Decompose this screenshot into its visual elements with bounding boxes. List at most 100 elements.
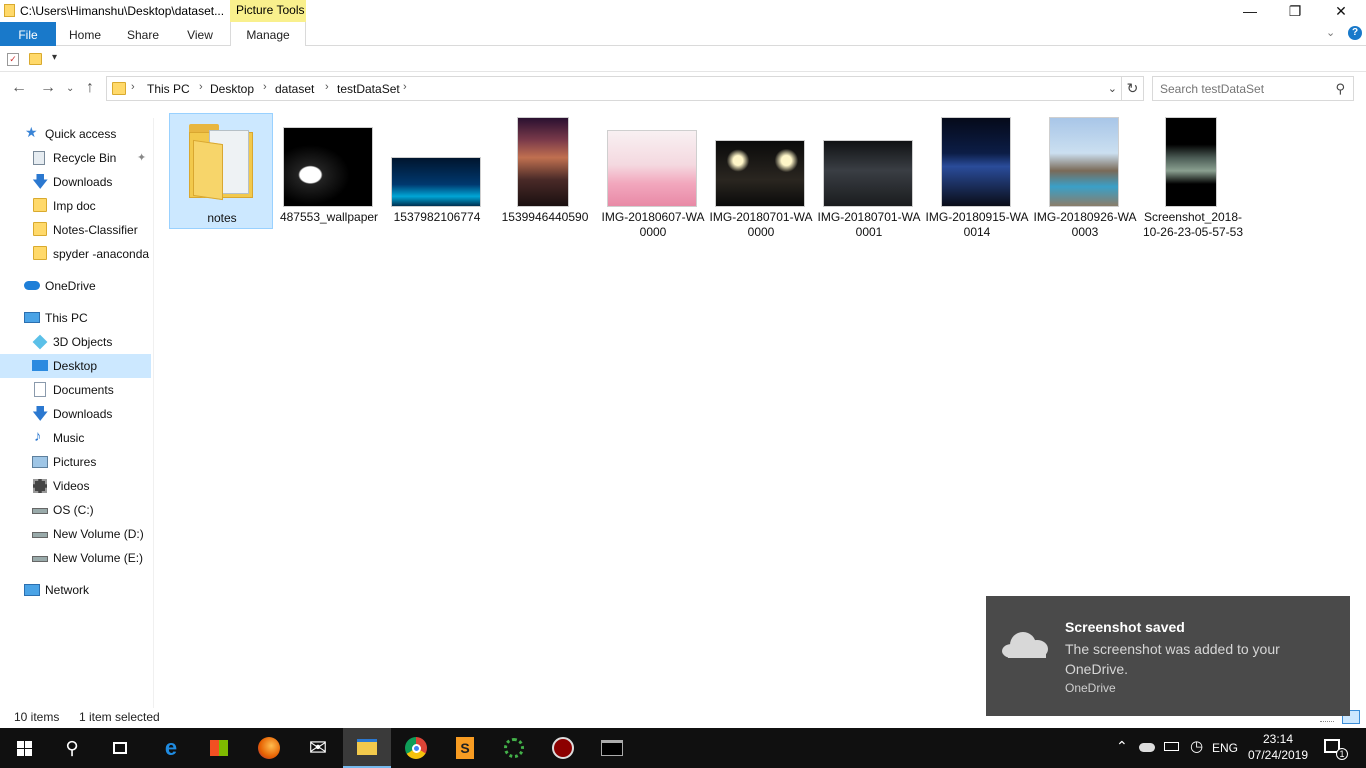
file-tile-1537982106774[interactable]: 1537982106774 xyxy=(385,113,489,229)
address-dropdown-icon[interactable]: ⌄ xyxy=(1108,82,1117,95)
sidebar-item-label: This PC xyxy=(45,311,88,325)
network-icon xyxy=(24,584,40,596)
windows-logo-icon xyxy=(16,740,32,756)
sidebar-item-3d-objects[interactable]: 3D Objects xyxy=(0,330,151,354)
music-note-icon: ♪ xyxy=(34,428,42,445)
file-tile-1539946440590[interactable]: 1539946440590 xyxy=(493,113,597,229)
new-folder-icon[interactable] xyxy=(29,53,42,65)
minimize-button[interactable]: — xyxy=(1227,0,1273,22)
clock-date: 07/24/2019 xyxy=(1247,748,1309,762)
file-tile-screenshot-2018-10-26[interactable]: Screenshot_2018-10-26-23-05-57-53 xyxy=(1141,113,1245,239)
sidebar-item-videos[interactable]: Videos xyxy=(0,474,151,498)
up-arrow-icon[interactable]: ↑ xyxy=(86,79,94,97)
edge-taskbar-button[interactable]: e xyxy=(147,728,195,768)
tab-share[interactable]: Share xyxy=(120,22,166,46)
sidebar-item-documents[interactable]: Documents xyxy=(0,378,151,402)
image-thumbnail xyxy=(607,130,697,207)
file-tile-img-20180701-wa0000[interactable]: IMG-20180701-WA0000 xyxy=(709,113,813,239)
task-view-button[interactable] xyxy=(96,728,144,768)
close-button[interactable]: ✕ xyxy=(1318,0,1364,22)
film-icon xyxy=(33,479,47,493)
sidebar-item-label: Downloads xyxy=(53,175,113,189)
sidebar-item-os-c[interactable]: OS (C:) xyxy=(0,498,151,522)
file-tile-img-20180607-wa0000[interactable]: IMG-20180607-WA0000 xyxy=(601,113,705,239)
tab-file[interactable]: File xyxy=(0,22,56,46)
folder-icon xyxy=(112,82,126,95)
toast-title: Screenshot saved xyxy=(1065,619,1185,635)
tab-manage[interactable]: Manage xyxy=(230,22,306,46)
chevron-up-icon[interactable]: ⌃ xyxy=(1116,738,1128,755)
sidebar-item-pictures[interactable]: Pictures xyxy=(0,450,151,474)
spyder-taskbar-button[interactable] xyxy=(539,728,587,768)
file-tile-487553-wallpaper[interactable]: 487553_wallpaper xyxy=(277,113,381,229)
help-icon[interactable]: ? xyxy=(1348,26,1362,40)
sidebar-item-volume-e[interactable]: New Volume (E:) xyxy=(0,546,151,570)
battery-icon[interactable] xyxy=(1164,742,1179,751)
sidebar-item-volume-d[interactable]: New Volume (D:) xyxy=(0,522,151,546)
cmd-taskbar-button[interactable] xyxy=(588,728,636,768)
search-taskbar-button[interactable]: ⚲ xyxy=(48,728,96,768)
onedrive-cloud-icon xyxy=(1002,630,1050,660)
breadcrumb-this-pc[interactable]: This PC xyxy=(147,82,190,96)
onedrive-tray-icon[interactable] xyxy=(1139,743,1155,752)
chrome-taskbar-button[interactable] xyxy=(392,728,440,768)
start-button[interactable] xyxy=(0,728,48,768)
forward-arrow-icon[interactable]: → xyxy=(40,79,56,97)
recycle-bin-icon xyxy=(33,151,45,165)
firefox-icon xyxy=(258,737,280,759)
recent-locations-icon[interactable]: ⌄ xyxy=(66,83,74,94)
sidebar-item-recycle-bin[interactable]: Recycle Bin ✦ xyxy=(0,146,151,170)
search-icon: ⚲ xyxy=(65,737,79,758)
chrome-icon xyxy=(405,737,427,759)
wifi-icon[interactable]: ◷ xyxy=(1190,737,1203,755)
tab-home[interactable]: Home xyxy=(62,22,108,46)
address-bar[interactable]: › This PC › Desktop › dataset › testData… xyxy=(106,76,1122,101)
chevron-down-icon[interactable]: ⌄ xyxy=(1326,26,1335,39)
firefox-taskbar-button[interactable] xyxy=(245,728,293,768)
sublime-taskbar-button[interactable]: S xyxy=(441,728,489,768)
onedrive-toast-notification[interactable]: Screenshot saved The screenshot was adde… xyxy=(986,596,1350,716)
sidebar-item-label: Quick access xyxy=(45,127,117,141)
back-arrow-icon[interactable]: ← xyxy=(11,79,27,97)
anaconda-taskbar-button[interactable] xyxy=(490,728,538,768)
taskbar: ⚲ e ✉ S ⌃ ◷ ENG 23:14 07/24/2019 1 xyxy=(0,728,1366,768)
sidebar-item-music[interactable]: ♪ Music xyxy=(0,426,151,450)
refresh-icon[interactable]: ↻ xyxy=(1122,76,1144,101)
file-tile-img-20180915-wa0014[interactable]: IMG-20180915-WA0014 xyxy=(925,113,1029,239)
window-title: C:\Users\Himanshu\Desktop\dataset... xyxy=(20,4,225,18)
sidebar-item-quick-access[interactable]: ★ Quick access xyxy=(0,122,151,146)
sidebar-item-downloads[interactable]: 🡇 Downloads xyxy=(0,170,151,194)
tab-view[interactable]: View xyxy=(178,22,222,46)
file-tile-notes[interactable]: notes xyxy=(169,113,273,229)
language-indicator[interactable]: ENG xyxy=(1212,741,1238,755)
download-arrow-icon: 🡇 xyxy=(32,406,49,423)
properties-icon[interactable]: ✓ xyxy=(7,53,19,66)
navigation-row: ← → ⌄ ↑ › This PC › Desktop › dataset › … xyxy=(0,76,1366,102)
file-tile-img-20180926-wa0003[interactable]: IMG-20180926-WA0003 xyxy=(1033,113,1137,239)
sidebar-item-onedrive[interactable]: OneDrive xyxy=(0,274,151,298)
mail-taskbar-button[interactable]: ✉ xyxy=(294,728,342,768)
picture-tools-tab-group: Picture Tools xyxy=(230,0,306,22)
breadcrumb-dataset[interactable]: dataset xyxy=(275,82,314,96)
file-explorer-taskbar-button[interactable] xyxy=(343,728,391,768)
search-box[interactable]: ⚲ xyxy=(1152,76,1354,101)
toast-source: OneDrive xyxy=(1065,681,1116,695)
breadcrumb-testdataset[interactable]: testDataSet xyxy=(337,82,400,96)
pin-icon[interactable]: ✦ xyxy=(137,151,146,164)
sidebar-item-spyder-anaconda[interactable]: spyder -anaconda xyxy=(0,242,151,266)
customize-dropdown-icon[interactable]: ▾ xyxy=(52,52,57,63)
sidebar-item-desktop[interactable]: Desktop xyxy=(0,354,151,378)
sidebar-item-label: OneDrive xyxy=(45,279,96,293)
file-tile-img-20180701-wa0001[interactable]: IMG-20180701-WA0001 xyxy=(817,113,921,239)
sidebar-item-notes-classifier[interactable]: Notes-Classifier xyxy=(0,218,151,242)
search-input[interactable] xyxy=(1160,78,1330,100)
sidebar-item-downloads-pc[interactable]: 🡇 Downloads xyxy=(0,402,151,426)
sidebar-item-this-pc[interactable]: This PC xyxy=(0,306,151,330)
restore-button[interactable]: ❐ xyxy=(1272,0,1318,22)
file-name: 1539946440590 xyxy=(501,210,589,224)
sidebar-item-network[interactable]: Network xyxy=(0,578,151,602)
sidebar-item-imp-doc[interactable]: Imp doc xyxy=(0,194,151,218)
store-taskbar-button[interactable] xyxy=(195,728,243,768)
breadcrumb-desktop[interactable]: Desktop xyxy=(210,82,254,96)
clock[interactable]: 23:14 07/24/2019 xyxy=(1240,731,1316,763)
